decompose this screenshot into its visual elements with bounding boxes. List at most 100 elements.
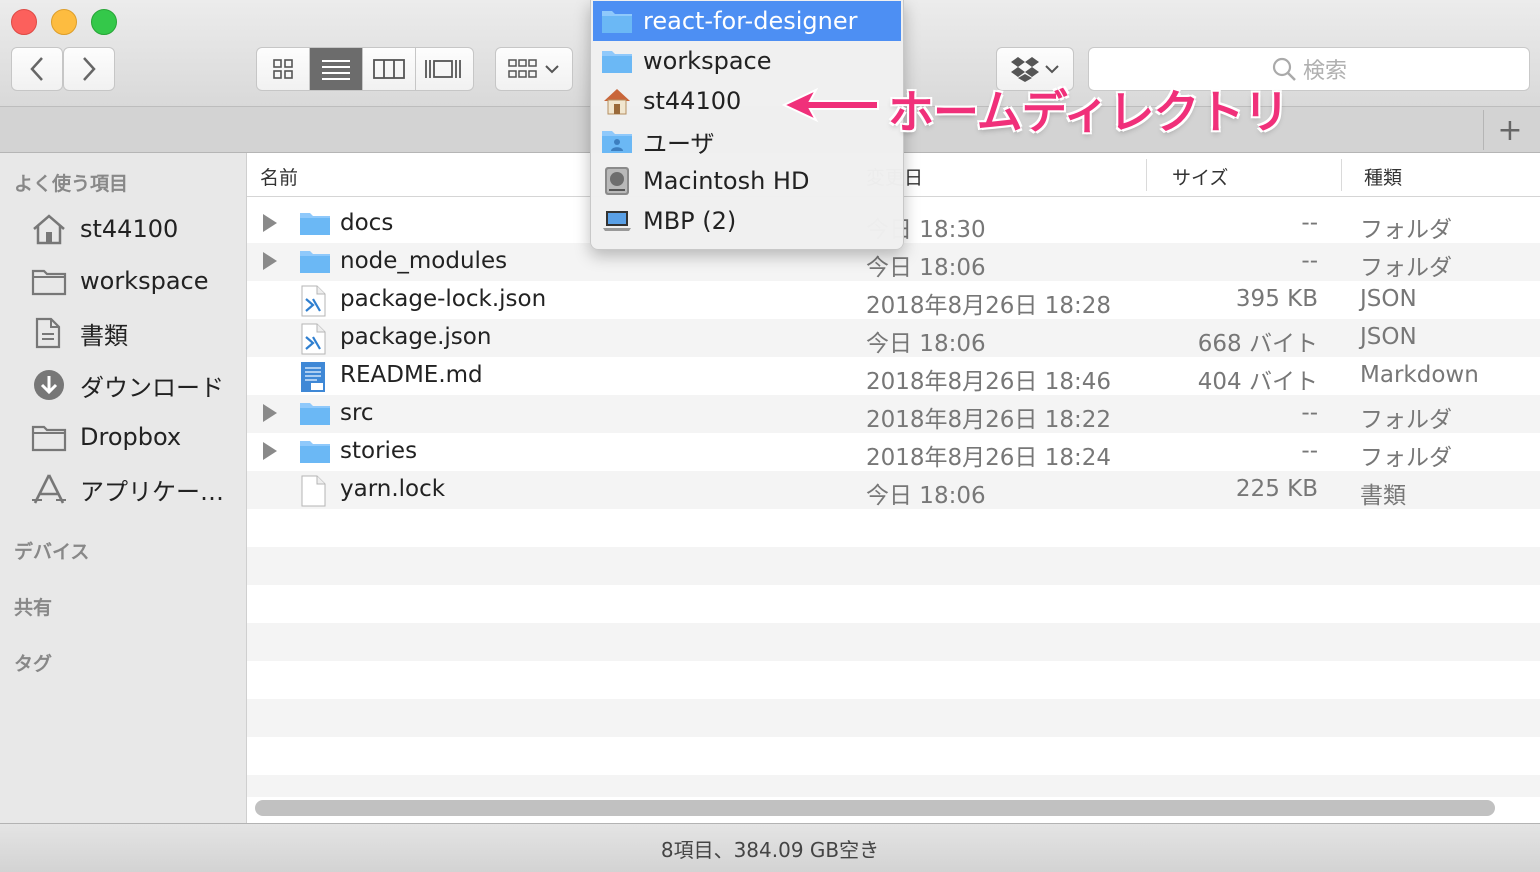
gallery-view-button[interactable]: [416, 48, 469, 90]
disclosure-triangle[interactable]: [263, 252, 277, 270]
file-row[interactable]: package-lock.json 2018年8月26日 18:28 395 KB J…: [247, 281, 1540, 319]
file-size: --: [1301, 210, 1318, 236]
path-menu-item-mbp[interactable]: MBP (2): [593, 201, 901, 241]
file-row[interactable]: README.md 2018年8月26日 18:46 404 バイト Markdown: [247, 357, 1540, 395]
column-header-size[interactable]: サイズ: [1172, 163, 1228, 190]
folder-icon: [30, 420, 68, 454]
new-tab-button[interactable]: +: [1483, 110, 1536, 150]
file-date: 2018年8月26日 18:22: [866, 407, 1112, 433]
grid-icon: [273, 59, 293, 79]
download-icon: [30, 368, 68, 402]
file-kind: JSON: [1360, 286, 1417, 312]
file-name: docs: [340, 210, 394, 236]
column-header-name[interactable]: 名前: [260, 163, 298, 190]
path-menu-item-react-for-designer[interactable]: react-for-designer: [593, 1, 901, 41]
disclosure-triangle[interactable]: [263, 442, 277, 460]
disclosure-triangle[interactable]: [263, 214, 277, 232]
minimize-window-button[interactable]: [51, 9, 77, 35]
file-row[interactable]: yarn.lock 今日 18:06 225 KB 書類: [247, 471, 1540, 509]
file-name: node_modules: [340, 248, 508, 274]
list-icon: [322, 60, 350, 80]
column-divider[interactable]: [1341, 159, 1342, 191]
status-text: 8項目、384.09 GB空き: [660, 837, 880, 862]
horizontal-scrollbar[interactable]: [255, 800, 1495, 816]
path-menu-item-label: Macintosh HD: [643, 167, 810, 195]
laptop-icon: [601, 207, 633, 235]
file-size: 395 KB: [1235, 286, 1318, 312]
path-menu-item-label: ユーザ: [643, 129, 715, 158]
status-bar: 8項目、384.09 GB空き: [0, 823, 1540, 872]
file-name: yarn.lock: [340, 476, 446, 502]
file-list: 名前 変更日 サイズ 種類 docs今日 18:30--フォルダnode_mod…: [247, 153, 1540, 823]
file-row[interactable]: package.json 今日 18:06 668 バイト JSON: [247, 319, 1540, 357]
empty-row: [247, 623, 1540, 661]
file-name: package-lock.json: [340, 286, 547, 312]
annotation-arrow: [782, 87, 879, 123]
sidebar-item-documents[interactable]: 書類: [30, 313, 128, 353]
sidebar-item-dropbox[interactable]: Dropbox: [30, 417, 181, 457]
forward-button[interactable]: [63, 47, 115, 91]
sidebar-item-label: st44100: [80, 215, 179, 243]
path-menu-item-label: MBP (2): [643, 207, 737, 235]
file-name: src: [340, 400, 374, 426]
plus-icon: +: [1497, 112, 1523, 148]
folder-icon: [299, 247, 331, 277]
chevron-left-icon: [30, 57, 43, 81]
path-menu-item-label: workspace: [643, 47, 772, 75]
back-button[interactable]: [11, 47, 63, 91]
column-divider[interactable]: [1146, 159, 1147, 191]
sidebar: よく使う項目 st44100 workspace 書類 ダウンロード Dropb…: [0, 153, 247, 823]
zoom-window-button[interactable]: [91, 9, 117, 35]
file-name: stories: [340, 438, 418, 464]
column-header-kind[interactable]: 種類: [1364, 163, 1402, 190]
view-mode-selector: [256, 47, 474, 91]
file-date: 2018年8月26日 18:46: [866, 369, 1112, 395]
sidebar-item-label: 書類: [80, 321, 128, 350]
chevron-down-icon: [545, 65, 559, 74]
path-menu-item-label: st44100: [643, 87, 742, 115]
search-placeholder: 検索: [1302, 59, 1347, 84]
sidebar-item-label: ダウンロード: [80, 373, 224, 402]
empty-row: [247, 699, 1540, 737]
home-icon: [601, 87, 633, 115]
sidebar-item-home[interactable]: st44100: [30, 209, 178, 249]
close-window-button[interactable]: [11, 9, 37, 35]
annotation-label: ホームディレクトリ: [888, 85, 1289, 139]
home-icon: [30, 212, 68, 246]
file-row[interactable]: src 2018年8月26日 18:22 -- フォルダ: [247, 395, 1540, 433]
folder-icon: [601, 7, 633, 35]
folder-icon: [30, 264, 68, 298]
folder-icon: [299, 209, 331, 239]
path-menu-item-workspace[interactable]: workspace: [593, 41, 901, 81]
markdown-file-icon: [299, 361, 331, 392]
sidebar-item-workspace[interactable]: workspace: [30, 261, 208, 301]
file-kind: JSON: [1360, 324, 1417, 350]
icon-view-button[interactable]: [257, 48, 310, 90]
disclosure-triangle[interactable]: [263, 404, 277, 422]
file-size: --: [1301, 248, 1318, 274]
hard-drive-icon: [601, 167, 633, 195]
file-size: 225 KB: [1235, 476, 1318, 502]
file-date: 2018年8月26日 18:24: [866, 445, 1112, 471]
file-name: package.json: [340, 324, 492, 350]
arrange-button[interactable]: [495, 47, 573, 91]
sidebar-item-downloads[interactable]: ダウンロード: [30, 365, 224, 405]
path-menu-item-macintosh-hd[interactable]: Macintosh HD: [593, 161, 901, 201]
file-size: --: [1301, 438, 1318, 464]
columns-icon: [373, 59, 405, 79]
file-kind: Markdown: [1360, 362, 1479, 388]
users-folder-icon: [601, 127, 633, 155]
sidebar-section-tags: タグ: [14, 653, 53, 675]
file-size: --: [1301, 400, 1318, 426]
column-view-button[interactable]: [363, 48, 416, 90]
file-size: 404 バイト: [1197, 369, 1318, 395]
file-kind: フォルダ: [1360, 217, 1452, 243]
list-view-button[interactable]: [310, 48, 363, 90]
empty-row: [247, 775, 1540, 797]
file-size: 668 バイト: [1197, 331, 1318, 357]
file-date: 今日 18:06: [866, 483, 986, 509]
sidebar-item-label: Dropbox: [80, 423, 182, 451]
file-row[interactable]: stories 2018年8月26日 18:24 -- フォルダ: [247, 433, 1540, 471]
sidebar-item-applications[interactable]: アプリケー…: [30, 469, 224, 509]
sidebar-section-shared: 共有: [14, 597, 53, 619]
